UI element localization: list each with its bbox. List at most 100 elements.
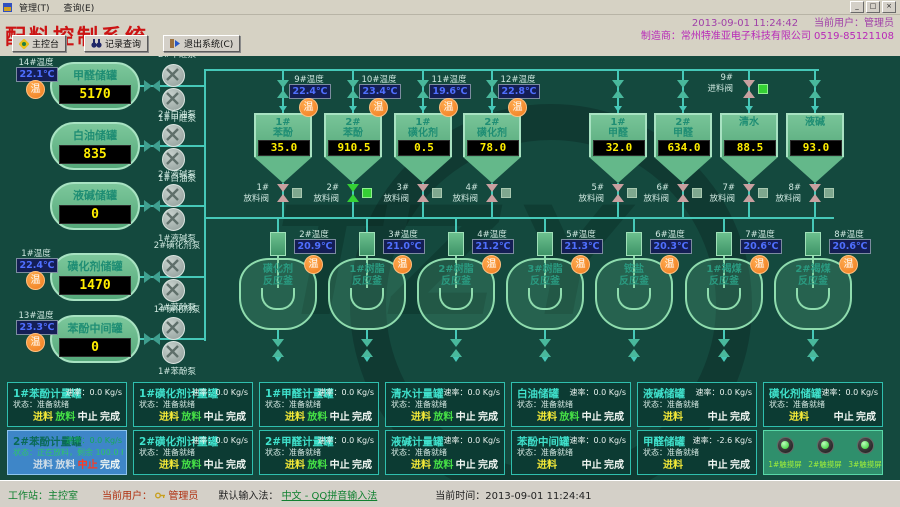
close-button[interactable]: × [882,1,896,13]
discharge-valve-icon[interactable] [809,184,821,202]
abort-button[interactable]: 中止 [455,408,477,423]
discharge-valve-icon[interactable] [347,184,359,202]
discharge-valve-label: 放料阀 [434,192,478,204]
feed-valve-icon[interactable] [277,80,289,98]
feed-button[interactable]: 进料 [158,456,180,471]
feed-button[interactable]: 进料 [662,456,684,471]
pump-icon[interactable] [162,64,185,87]
tank-outlet-valve-icon[interactable] [144,333,160,345]
discharge-valve-label: 放料阀 [365,192,409,204]
hopper-name: 1# [589,117,647,128]
abort-button[interactable]: 中止 [707,456,729,471]
minimize-button[interactable]: _ [850,1,864,13]
discharge-button[interactable]: 放料 [54,408,76,423]
feed-valve-icon[interactable] [347,80,359,98]
reactor-outlet-valve-icon[interactable] [361,339,373,357]
discharge-button[interactable]: 放料 [432,408,454,423]
finish-button[interactable]: 完成 [603,408,625,423]
discharge-button[interactable]: 放料 [432,456,454,471]
hopper-name: 2# [324,117,382,128]
reactor-outlet-valve-icon[interactable] [628,339,640,357]
feed-button[interactable]: 进料 [158,408,180,423]
feed-valve-icon[interactable] [809,80,821,98]
reactor-name: 反应釜 [239,276,317,288]
finish-button[interactable]: 完成 [351,456,373,471]
abort-button[interactable]: 中止 [203,408,225,423]
feed-button[interactable]: 进料 [536,408,558,423]
abort-button[interactable]: 中止 [707,408,729,423]
abort-button[interactable]: 中止 [203,456,225,471]
finish-button[interactable]: 完成 [225,456,247,471]
feed-button[interactable]: 进料 [788,408,810,423]
ime-value[interactable]: 中文 - QQ拼音输入法 [282,491,378,502]
finish-button[interactable]: 完成 [477,408,499,423]
finish-button[interactable]: 完成 [351,408,373,423]
discharge-button[interactable]: 放料 [306,408,328,423]
menu-manage[interactable]: 管理(T) [12,1,57,14]
feed-button[interactable]: 进料 [284,456,306,471]
tank-outlet-valve-icon[interactable] [144,200,160,212]
record-query-button[interactable]: 记录查询 [84,35,148,52]
finish-button[interactable]: 完成 [729,408,751,423]
tank-outlet-valve-icon[interactable] [144,80,160,92]
pump-icon[interactable] [162,184,185,207]
tank-outlet-valve-icon[interactable] [144,271,160,283]
abort-button[interactable]: 中止 [833,408,855,423]
temperature-badge-icon: 温 [482,255,501,274]
finish-button[interactable]: 完成 [477,456,499,471]
feed-valve-icon[interactable] [417,80,429,98]
finish-button[interactable]: 完成 [603,456,625,471]
discharge-button[interactable]: 放料 [180,408,202,423]
finish-button[interactable]: 完成 [729,456,751,471]
finish-button[interactable]: 完成 [99,456,121,471]
menu-query[interactable]: 查询(E) [57,1,102,14]
abort-button[interactable]: 中止 [329,408,351,423]
abort-button[interactable]: 中止 [581,408,603,423]
weigh-hopper-funnel [786,157,844,183]
discharge-button[interactable]: 放料 [54,456,76,471]
discharge-valve-icon[interactable] [486,184,498,202]
tank-outlet-valve-icon[interactable] [144,140,160,152]
pump-icon[interactable] [162,279,185,302]
discharge-valve-icon[interactable] [612,184,624,202]
exit-system-button[interactable]: 退出系统(C) [163,35,240,52]
feed-valve-icon[interactable] [612,80,624,98]
abort-button[interactable]: 中止 [455,456,477,471]
feed-button[interactable]: 进料 [284,408,306,423]
abort-button[interactable]: 中止 [77,408,99,423]
feed-button[interactable]: 进料 [32,456,54,471]
reactor-outlet-valve-icon[interactable] [539,339,551,357]
panel-buttons: 进料 中止完成 [662,456,751,471]
feed-button[interactable]: 进料 [410,408,432,423]
pump-icon[interactable] [162,124,185,147]
reactor-outlet-valve-icon[interactable] [450,339,462,357]
abort-button[interactable]: 中止 [581,456,603,471]
discharge-valve-icon[interactable] [417,184,429,202]
feed-button[interactable]: 进料 [410,456,432,471]
pump-icon[interactable] [162,341,185,364]
feed-button[interactable]: 进料 [662,408,684,423]
feed-valve-icon[interactable] [743,80,755,98]
discharge-button[interactable]: 放料 [558,408,580,423]
abort-button[interactable]: 中止 [77,456,99,471]
reactor-outlet-valve-icon[interactable] [272,339,284,357]
discharge-valve-icon[interactable] [277,184,289,202]
feed-button[interactable]: 进料 [536,456,558,471]
restore-button[interactable]: □ [866,1,880,13]
pump-icon[interactable] [162,208,185,231]
discharge-button[interactable]: 放料 [180,456,202,471]
pump-icon[interactable] [162,255,185,278]
discharge-button[interactable]: 放料 [306,456,328,471]
discharge-valve-icon[interactable] [677,184,689,202]
pump-icon[interactable] [162,317,185,340]
feed-valve-icon[interactable] [486,80,498,98]
reactor-outlet-valve-icon[interactable] [807,339,819,357]
finish-button[interactable]: 完成 [225,408,247,423]
abort-button[interactable]: 中止 [329,456,351,471]
discharge-valve-icon[interactable] [743,184,755,202]
console-button[interactable]: 主控台 [12,35,66,52]
feed-button[interactable]: 进料 [32,408,54,423]
finish-button[interactable]: 完成 [99,408,121,423]
reactor-outlet-valve-icon[interactable] [718,339,730,357]
finish-button[interactable]: 完成 [855,408,877,423]
